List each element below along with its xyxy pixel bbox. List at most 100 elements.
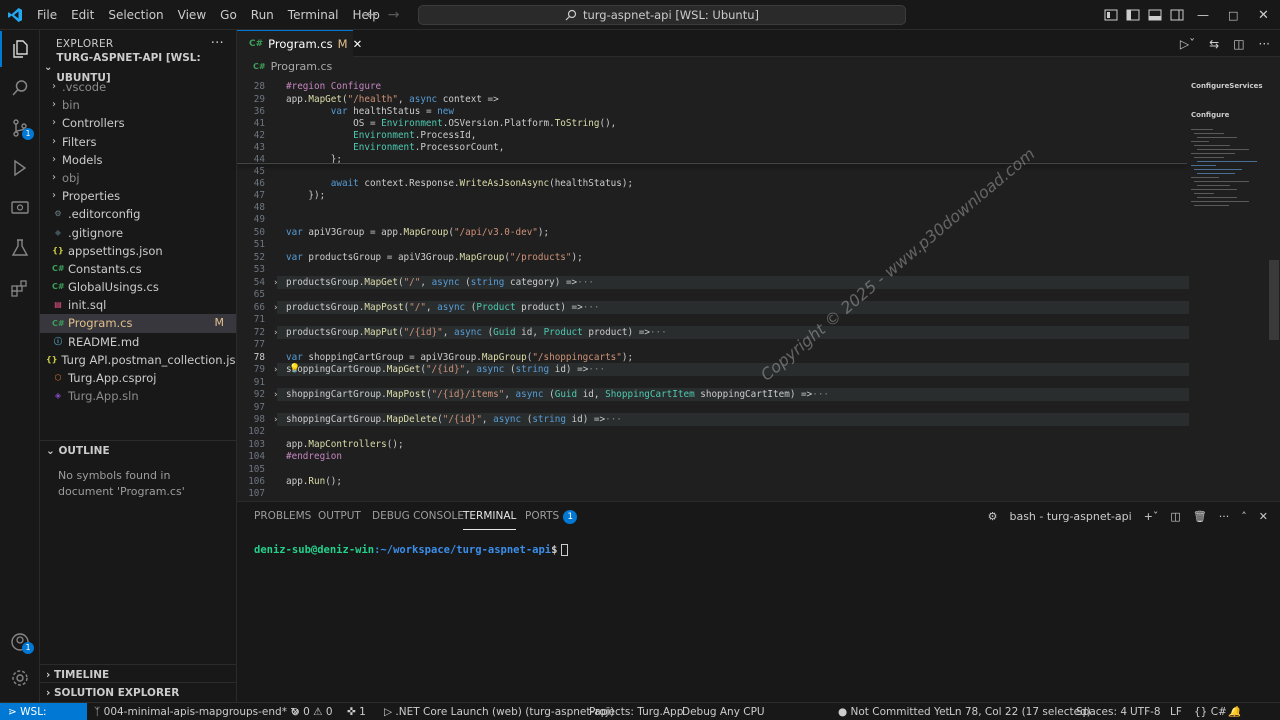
vscode-logo-icon bbox=[0, 0, 30, 30]
remote-indicator[interactable]: ⋗ WSL: Ubuntu bbox=[0, 703, 87, 720]
tree-item-appsettings-json[interactable]: {} appsettings.json bbox=[40, 242, 236, 260]
menu-terminal[interactable]: Terminal bbox=[281, 0, 346, 30]
run-icon[interactable]: ▷ˇ bbox=[1180, 37, 1195, 51]
ports-indicator[interactable]: ✜ 1 bbox=[347, 703, 366, 720]
cursor-position[interactable]: Ln 78, Col 22 (17 selected) bbox=[949, 703, 1091, 720]
panel-tab-problems[interactable]: PROBLEMS bbox=[254, 502, 311, 530]
close-window-icon[interactable]: ✕ bbox=[1258, 0, 1269, 30]
new-terminal-icon[interactable]: +ˇ bbox=[1144, 510, 1159, 523]
tab-program-cs[interactable]: C# Program.cs M ✕ bbox=[237, 30, 362, 57]
fold-chevron-icon[interactable]: › bbox=[273, 389, 278, 401]
encoding[interactable]: UTF-8 bbox=[1130, 703, 1161, 720]
panel-tab-ports[interactable]: PORTS 1 bbox=[525, 502, 578, 530]
tree-item-properties[interactable]: › Properties bbox=[40, 187, 236, 205]
menu-go[interactable]: Go bbox=[213, 0, 244, 30]
split-editor-icon[interactable]: ◫ bbox=[1233, 37, 1244, 51]
problems-indicator[interactable]: ⊗ 0 ⚠ 0 bbox=[291, 703, 333, 720]
chevron-right-icon: › bbox=[52, 81, 56, 92]
search-icon[interactable] bbox=[0, 70, 40, 106]
tree-item-label: bin bbox=[62, 98, 80, 113]
testing-icon[interactable] bbox=[0, 230, 40, 266]
remote-explorer-icon[interactable] bbox=[0, 190, 40, 226]
menu-edit[interactable]: Edit bbox=[64, 0, 101, 30]
branch-indicator[interactable]: ᛉ 004-minimal-apis-mapgroups-end* ↻ bbox=[94, 703, 299, 720]
tree-item-constants-cs[interactable]: C# Constants.cs bbox=[40, 260, 236, 278]
customize-layout-icon[interactable] bbox=[1104, 9, 1118, 21]
solution-explorer-header[interactable]: › SOLUTION EXPLORER bbox=[40, 682, 236, 702]
editor-scrollbar[interactable] bbox=[1269, 260, 1279, 340]
tree-item-obj[interactable]: › obj bbox=[40, 169, 236, 187]
run-debug-icon[interactable] bbox=[0, 150, 40, 186]
more-actions-icon[interactable]: ··· bbox=[1219, 510, 1230, 523]
maximize-icon[interactable]: □ bbox=[1228, 0, 1238, 30]
project-root[interactable]: ⌄ TURG-ASPNET-API [WSL: UBUNTU] bbox=[40, 52, 236, 84]
account-icon[interactable]: 1 bbox=[0, 624, 40, 660]
tree-item-turg-app-sln[interactable]: ◈ Turg.App.sln bbox=[40, 387, 236, 405]
tree-item-globalusings-cs[interactable]: C# GlobalUsings.cs bbox=[40, 278, 236, 296]
terminal-prompt[interactable]: deniz-sub@deniz-win:~/workspace/turg-asp… bbox=[254, 544, 569, 556]
status-bar: ⋗ WSL: Ubuntu ᛉ 004-minimal-apis-mapgrou… bbox=[0, 702, 1280, 720]
fold-chevron-icon[interactable]: › bbox=[273, 302, 278, 314]
menu-view[interactable]: View bbox=[171, 0, 213, 30]
tree-item-controllers[interactable]: › Controllers bbox=[40, 114, 236, 132]
tree-item-vscode[interactable]: › .vscode bbox=[40, 78, 236, 96]
breadcrumb[interactable]: C# Program.cs bbox=[237, 57, 1280, 77]
settings-gear-icon[interactable] bbox=[0, 660, 40, 696]
more-actions-icon[interactable]: ··· bbox=[1259, 37, 1270, 51]
compare-changes-icon[interactable]: ⇆ bbox=[1209, 37, 1219, 51]
source-control-icon[interactable]: 1 bbox=[0, 110, 40, 146]
line-ending[interactable]: LF bbox=[1170, 703, 1182, 720]
panel-tab-output[interactable]: OUTPUT bbox=[318, 502, 361, 530]
forward-arrow-icon[interactable]: → bbox=[388, 7, 400, 23]
close-tab-icon[interactable]: ✕ bbox=[353, 37, 363, 51]
toggle-secondary-sidebar-icon[interactable] bbox=[1170, 9, 1184, 21]
explorer-icon[interactable] bbox=[0, 31, 40, 67]
fold-chevron-icon[interactable]: › bbox=[273, 364, 278, 376]
toggle-panel-icon[interactable] bbox=[1148, 9, 1162, 21]
back-arrow-icon[interactable]: ← bbox=[366, 7, 378, 23]
minimize-icon[interactable]: — bbox=[1197, 0, 1209, 30]
tree-item-readme-md[interactable]: ⓘ README.md bbox=[40, 333, 236, 351]
tree-item-bin[interactable]: › bin bbox=[40, 96, 236, 114]
indentation[interactable]: Spaces: 4 bbox=[1076, 703, 1127, 720]
tree-item-turg-api-postman-collection-json[interactable]: {} Turg API.postman_collection.json bbox=[40, 351, 236, 369]
close-panel-icon[interactable]: ✕ bbox=[1259, 510, 1268, 523]
terminal-instance-name[interactable]: bash - turg-aspnet-api bbox=[1009, 510, 1131, 523]
language-mode[interactable]: {} C# bbox=[1194, 703, 1227, 720]
fold-chevron-icon[interactable]: › bbox=[273, 277, 278, 289]
projects-indicator[interactable]: Projects: Turg.App bbox=[589, 703, 683, 720]
panel-tab-terminal[interactable]: TERMINAL bbox=[463, 502, 517, 530]
menu-run[interactable]: Run bbox=[244, 0, 281, 30]
menu-file[interactable]: File bbox=[30, 0, 64, 30]
tree-item-turg-app-csproj[interactable]: ⬡ Turg.App.csproj bbox=[40, 369, 236, 387]
launch-config[interactable]: ▷ .NET Core Launch (web) (turg-aspnet-ap… bbox=[384, 703, 614, 720]
tree-item-program-cs[interactable]: C# Program.cs M bbox=[40, 314, 236, 333]
notifications-icon[interactable]: 🔔 bbox=[1228, 703, 1241, 720]
menu-selection[interactable]: Selection bbox=[101, 0, 170, 30]
chevron-right-icon: › bbox=[52, 171, 56, 183]
fold-chevron-icon[interactable]: › bbox=[273, 414, 278, 426]
tree-item-filters[interactable]: › Filters bbox=[40, 133, 236, 151]
tree-item-models[interactable]: › Models bbox=[40, 151, 236, 169]
more-actions-icon[interactable]: ··· bbox=[211, 30, 224, 58]
toggle-sidebar-icon[interactable] bbox=[1126, 9, 1140, 21]
split-terminal-icon[interactable]: ◫ bbox=[1170, 510, 1180, 523]
fold-chevron-icon[interactable]: › bbox=[273, 327, 278, 339]
command-center[interactable]: turg-aspnet-api [WSL: Ubuntu] bbox=[418, 5, 906, 25]
explorer-title: EXPLORER ··· bbox=[40, 30, 236, 58]
maximize-panel-icon[interactable]: ˄ bbox=[1241, 510, 1247, 523]
git-blame[interactable]: ● Not Committed Yet bbox=[838, 703, 950, 720]
trash-icon[interactable]: 🗑 bbox=[1193, 510, 1207, 523]
tree-item-editorconfig[interactable]: ⚙ .editorconfig bbox=[40, 205, 236, 223]
outline-header[interactable]: ⌄ OUTLINE bbox=[40, 440, 236, 460]
tree-item-gitignore[interactable]: ◆ .gitignore bbox=[40, 224, 236, 242]
code-editor[interactable]: 28 #region Configure 29 app.MapGet("/health… bbox=[237, 77, 1189, 501]
debug-config[interactable]: Debug Any CPU bbox=[682, 703, 765, 720]
lightbulb-icon[interactable]: 💡 bbox=[289, 364, 300, 374]
tree-item-init-sql[interactable]: ▤ init.sql bbox=[40, 296, 236, 314]
panel-tab-debug-console[interactable]: DEBUG CONSOLE bbox=[372, 502, 464, 530]
extensions-icon[interactable] bbox=[0, 270, 40, 306]
cs-file-icon: C# bbox=[52, 263, 65, 273]
minimap[interactable]: ConfigureServices Configure bbox=[1187, 77, 1271, 501]
timeline-header[interactable]: › TIMELINE bbox=[40, 664, 236, 684]
